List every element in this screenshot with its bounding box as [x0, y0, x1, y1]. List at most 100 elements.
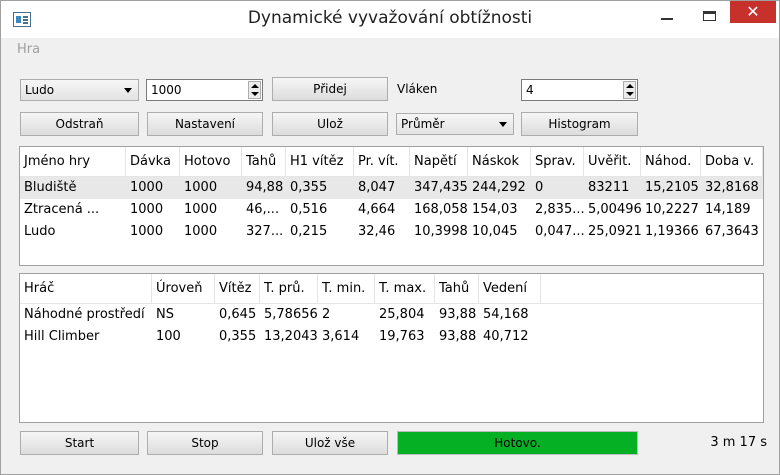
table-cell: 5,00496	[588, 202, 641, 217]
table-cell: 25,804	[379, 307, 425, 322]
minimize-button[interactable]	[647, 1, 687, 31]
table-cell: 15,2105	[645, 180, 699, 195]
table-cell: 154,03	[472, 202, 518, 217]
table-cell: 0,047...	[535, 224, 584, 239]
table-cell: 67,3643	[705, 224, 759, 239]
close-icon: ✕	[746, 2, 760, 21]
table-cell: Ztracená ...	[24, 202, 100, 217]
games-table[interactable]: Jméno hry Dávka Hotovo Tahů H1 vítěz Pr.…	[19, 146, 764, 266]
column-header[interactable]: Vedení	[479, 274, 541, 303]
table-cell: 10,045	[472, 224, 518, 239]
game-select[interactable]: Ludo	[20, 79, 139, 101]
players-table[interactable]: Hráč Úroveň Vítěz T. prů. T. min. T. max…	[19, 273, 764, 423]
table-cell: 168,058	[414, 202, 468, 217]
table-cell: 54,168	[483, 307, 529, 322]
table-cell: 0,355	[219, 329, 257, 344]
table-row[interactable]: Ludo 1000 1000 327... 0,215 32,46 10,399…	[20, 221, 763, 243]
column-header[interactable]: T. min.	[318, 274, 375, 303]
column-header[interactable]: Tahů	[242, 147, 286, 176]
table-cell: 100	[156, 329, 181, 344]
table-cell: 0,516	[290, 202, 328, 217]
close-button[interactable]: ✕	[730, 1, 776, 23]
table-row[interactable]: Náhodné prostředí NS 0,645 5,78656 2 25,…	[20, 304, 763, 326]
table-cell: 5,78656	[264, 307, 318, 322]
stop-button[interactable]: Stop	[147, 431, 263, 455]
column-header[interactable]: Dávka	[126, 147, 180, 176]
table-cell: 1000	[130, 224, 164, 239]
table-cell: 3,614	[322, 329, 360, 344]
table-cell: 1000	[184, 202, 218, 217]
column-header[interactable]: Úroveň	[152, 274, 215, 303]
column-header[interactable]: Jméno hry	[20, 147, 126, 176]
table-cell: Ludo	[24, 224, 56, 239]
menu-hra[interactable]: Hra	[17, 42, 40, 57]
save-button[interactable]: Ulož	[272, 112, 388, 136]
table-cell: 8,047	[358, 180, 396, 195]
table-cell: 13,2043	[264, 329, 318, 344]
progress-text: Hotovo.	[494, 436, 541, 450]
column-header[interactable]: Pr. vít.	[354, 147, 410, 176]
column-header[interactable]: T. max.	[375, 274, 435, 303]
table-cell: 1,19366	[645, 224, 699, 239]
dropdown-arrow-icon	[499, 122, 507, 127]
table-cell: 347,435	[414, 180, 468, 195]
players-table-header: Hráč Úroveň Vítěz T. prů. T. min. T. max…	[20, 274, 763, 304]
table-cell: 93,88	[439, 329, 477, 344]
column-header[interactable]: H1 vítěz	[286, 147, 354, 176]
statistic-select[interactable]: Průměr	[396, 113, 514, 135]
table-cell: Bludiště	[24, 180, 77, 195]
add-button[interactable]: Přidej	[272, 77, 388, 101]
batch-size-input[interactable]: 1000	[146, 79, 263, 101]
table-cell: NS	[156, 307, 174, 322]
save-all-button[interactable]: Ulož vše	[272, 431, 388, 455]
column-header[interactable]: T. prů.	[260, 274, 318, 303]
column-header[interactable]: Náhod.	[641, 147, 701, 176]
table-cell: 94,88	[246, 180, 284, 195]
progress-bar: Hotovo.	[397, 431, 638, 455]
column-header[interactable]: Sprav.	[531, 147, 584, 176]
start-button[interactable]: Start	[20, 431, 139, 455]
statistic-select-value: Průměr	[401, 117, 445, 131]
table-row[interactable]: Hill Climber 100 0,355 13,2043 3,614 19,…	[20, 326, 763, 348]
minimize-icon	[661, 18, 673, 20]
histogram-button[interactable]: Histogram	[521, 112, 638, 136]
spin-arrows-icon[interactable]	[248, 81, 261, 99]
spin-arrows-icon[interactable]	[623, 81, 636, 99]
table-cell: 1000	[184, 224, 218, 239]
column-header[interactable]: Hotovo	[180, 147, 242, 176]
table-row[interactable]: Ztracená ... 1000 1000 46,... 0,516 4,66…	[20, 199, 763, 221]
table-cell: 0,215	[290, 224, 328, 239]
table-cell: 46,...	[246, 202, 280, 217]
column-header[interactable]: Tahů	[435, 274, 479, 303]
table-cell: 1000	[130, 202, 164, 217]
column-header[interactable]: Vítěz	[215, 274, 260, 303]
table-cell: 40,712	[483, 329, 529, 344]
table-cell: 327...	[246, 224, 284, 239]
table-cell: 83211	[588, 180, 630, 195]
table-row[interactable]: Bludiště 1000 1000 94,88 0,355 8,047 347…	[20, 177, 763, 199]
remove-button[interactable]: Odstraň	[20, 112, 139, 136]
batch-size-value: 1000	[151, 83, 182, 97]
table-cell: 32,8168	[705, 180, 759, 195]
maximize-button[interactable]	[689, 1, 729, 31]
games-table-header: Jméno hry Dávka Hotovo Tahů H1 vítěz Pr.…	[20, 147, 763, 177]
table-cell: 0,355	[290, 180, 328, 195]
table-cell: 19,763	[379, 329, 425, 344]
settings-button[interactable]: Nastavení	[147, 112, 263, 136]
column-header[interactable]: Hráč	[20, 274, 152, 303]
table-cell: 93,88	[439, 307, 477, 322]
table-cell: 0	[535, 180, 544, 195]
column-header[interactable]: Doba v.	[701, 147, 763, 176]
table-cell: 244,292	[472, 180, 526, 195]
threads-value: 4	[526, 83, 534, 97]
table-cell: 10,2227	[645, 202, 699, 217]
game-select-value: Ludo	[25, 83, 55, 97]
table-cell: 10,3998	[414, 224, 468, 239]
threads-input[interactable]: 4	[521, 79, 638, 101]
column-header[interactable]: Uvěřit.	[584, 147, 641, 176]
table-cell: 14,189	[705, 202, 751, 217]
threads-label: Vláken	[397, 82, 438, 96]
maximize-icon	[702, 11, 716, 21]
column-header[interactable]: Napětí	[410, 147, 468, 176]
column-header[interactable]: Náskok	[468, 147, 531, 176]
